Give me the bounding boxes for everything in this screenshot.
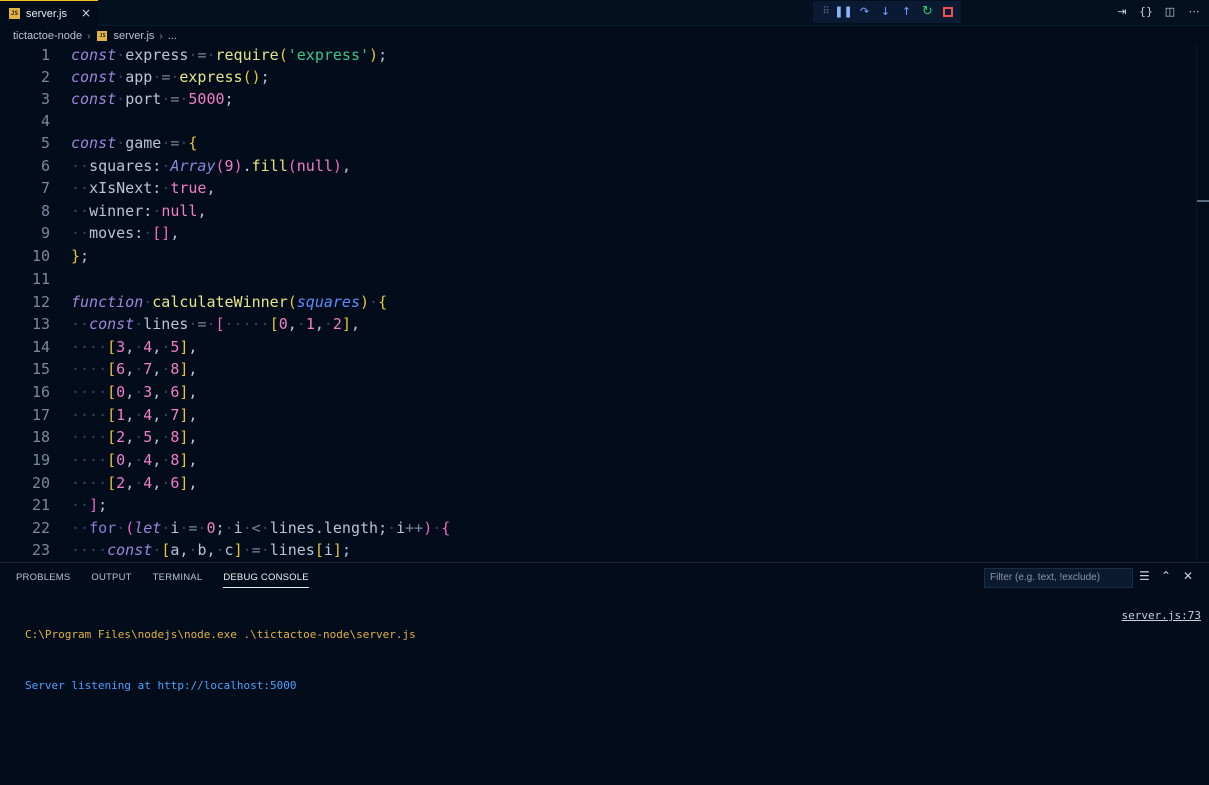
line-number: 3 (40, 90, 50, 108)
step-into-button[interactable]: ↓ (875, 2, 896, 22)
tab-bar: JS server.js × ⠿ ❚❚ ↷ ↓ ↑ ↻ ⇥ {} ◫ ⋯ (0, 0, 1209, 26)
line-number: 2 (40, 68, 50, 86)
line-number: 20 (31, 474, 50, 492)
code-text: ····[0,·3,·6], (71, 383, 198, 401)
js-file-icon: JS (9, 8, 20, 19)
scrollbar-thumb[interactable] (1197, 200, 1209, 202)
restart-button[interactable]: ↻ (917, 2, 938, 22)
split-editor-icon[interactable]: ◫ (1163, 4, 1177, 20)
more-actions-icon[interactable]: ⋯ (1187, 4, 1201, 20)
line-number: 12 (31, 293, 50, 311)
code-text: const·express·=·require('express'); (71, 46, 388, 64)
line-number: 18 (31, 428, 50, 446)
editor-actions: ⇥ {} ◫ ⋯ (1115, 4, 1201, 20)
panel-tabs: PROBLEMS OUTPUT TERMINAL DEBUG CONSOLE (16, 572, 330, 588)
tab-output[interactable]: OUTPUT (91, 572, 131, 588)
stop-button[interactable] (943, 7, 953, 17)
line-number: 15 (31, 360, 50, 378)
word-wrap-icon[interactable]: ☰ (1139, 569, 1150, 583)
breadcrumb-more[interactable]: ... (168, 30, 177, 42)
tab-label: server.js (26, 7, 67, 20)
line-number: 21 (31, 496, 50, 514)
line-number: 4 (40, 112, 50, 130)
line-number: 13 (31, 315, 50, 333)
code-text: const·port·=·5000; (71, 90, 234, 108)
filter-input[interactable]: Filter (e.g. text, !exclude) (984, 568, 1133, 588)
scrollbar[interactable] (1196, 44, 1197, 562)
line-number: 14 (31, 338, 50, 356)
code-text: ····[1,·4,·7], (71, 406, 198, 424)
line-number: 22 (31, 519, 50, 537)
tab-server-js[interactable]: JS server.js × (0, 0, 98, 26)
line-number: 9 (40, 224, 50, 242)
code-text: ····[2,·5,·8], (71, 428, 198, 446)
tab-problems[interactable]: PROBLEMS (16, 572, 70, 588)
code-text: ··moves:·[], (71, 224, 180, 242)
line-number: 23 (31, 541, 50, 559)
chevron-up-icon[interactable]: ⌃ (1161, 569, 1171, 583)
code-text: ··]; (71, 496, 108, 514)
console-line: C:\Program Files\nodejs\node.exe .\ticta… (25, 628, 416, 641)
debug-toolbar: ⠿ ❚❚ ↷ ↓ ↑ ↻ (813, 1, 961, 23)
bottom-panel: PROBLEMS OUTPUT TERMINAL DEBUG CONSOLE F… (0, 562, 1209, 785)
tab-terminal[interactable]: TERMINAL (153, 572, 203, 588)
line-number: 1 (40, 46, 50, 64)
line-number: 11 (31, 270, 50, 288)
code-text: ····[0,·4,·8], (71, 451, 198, 469)
line-number: 17 (31, 406, 50, 424)
tab-debug-console[interactable]: DEBUG CONSOLE (223, 572, 309, 588)
line-number: 8 (40, 202, 50, 220)
line-number: 16 (31, 383, 50, 401)
step-over-button[interactable]: ↷ (854, 2, 875, 22)
js-file-icon: JS (97, 31, 108, 41)
breadcrumb: tictactoe-node › JS server.js › ... (0, 27, 1209, 45)
pause-button[interactable]: ❚❚ (833, 2, 854, 22)
line-number: 10 (31, 247, 50, 265)
code-text: const·app·=·express(); (71, 68, 270, 86)
close-icon[interactable]: × (81, 6, 91, 20)
code-text: ····[6,·7,·8], (71, 360, 198, 378)
code-text: ··const·lines·=·[·····[0,·1,·2], (71, 315, 360, 333)
source-link[interactable]: server.js:73 (1122, 609, 1201, 622)
code-text: ····[3,·4,·5], (71, 338, 198, 356)
code-text: }; (71, 247, 90, 265)
braces-icon[interactable]: {} (1139, 4, 1153, 20)
code-text: ··for·(let·i·=·0;·i·<·lines.length;·i++)… (71, 519, 451, 537)
debug-console-output: C:\Program Files\nodejs\node.exe .\ticta… (25, 592, 416, 728)
step-out-button[interactable]: ↑ (896, 2, 917, 22)
code-text: ··xIsNext:·true, (71, 179, 216, 197)
line-number: 6 (40, 157, 50, 175)
breadcrumb-file[interactable]: server.js (113, 30, 154, 42)
chevron-right-icon: › (159, 30, 163, 42)
drag-handle-icon[interactable]: ⠿ (819, 2, 833, 22)
console-line: Server listening at http://localhost:500… (25, 679, 297, 692)
close-panel-icon[interactable]: ✕ (1183, 569, 1193, 583)
line-number: 19 (31, 451, 50, 469)
open-changes-icon[interactable]: ⇥ (1115, 4, 1129, 20)
code-text: ····const·[a,·b,·c]·=·lines[i]; (71, 541, 351, 559)
code-text: ····[2,·4,·6], (71, 474, 198, 492)
code-text: ··winner:·null, (71, 202, 207, 220)
code-text: const·game·=·{ (71, 134, 198, 152)
breadcrumb-folder[interactable]: tictactoe-node (13, 30, 82, 42)
code-text: function·calculateWinner(squares)·{ (71, 293, 388, 311)
line-number: 7 (40, 179, 50, 197)
line-number: 5 (40, 134, 50, 152)
code-editor[interactable]: 1 const·express·=·require('express'); 2 co… (0, 44, 1209, 562)
code-text: ··squares:·Array(9).fill(null), (71, 157, 351, 175)
chevron-right-icon: › (87, 30, 91, 42)
